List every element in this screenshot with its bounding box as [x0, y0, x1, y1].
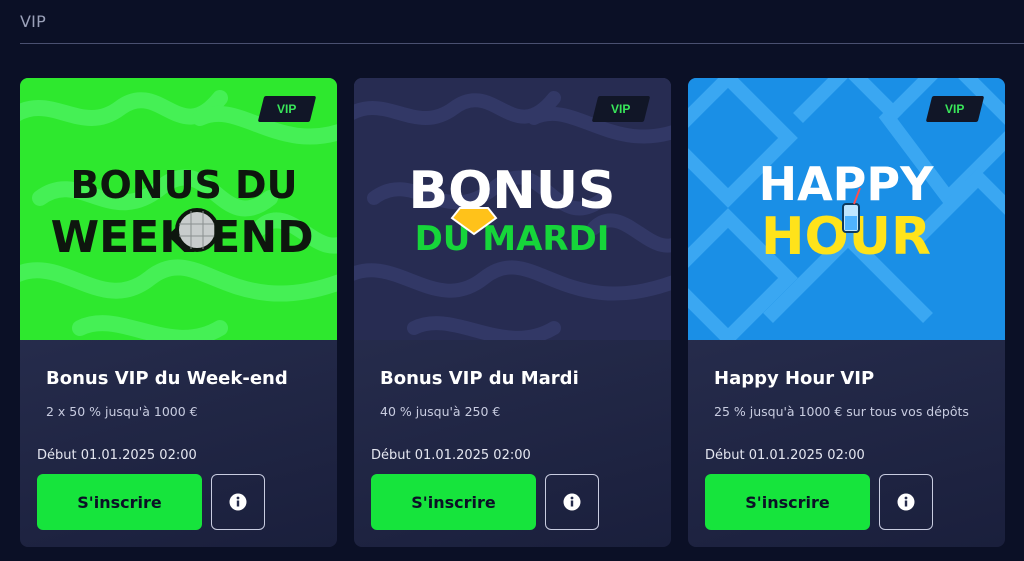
- card-title: Bonus VIP du Mardi: [380, 368, 579, 389]
- vip-badge: VIP: [925, 96, 985, 122]
- card-description: 25 % jusqu'à 1000 € sur tous vos dépôts: [714, 404, 969, 419]
- signup-button[interactable]: S'inscrire: [37, 474, 202, 530]
- section-title: VIP: [20, 12, 46, 31]
- card-start-date: Début 01.01.2025 02:00: [37, 448, 197, 463]
- promo-card-weekend[interactable]: BONUS DU WEEK END VIP Bonus VIP du Week-…: [20, 78, 337, 547]
- card-body: Happy Hour VIP 25 % jusqu'à 1000 € sur t…: [688, 340, 1005, 547]
- info-icon: [563, 493, 581, 511]
- card-body: Bonus VIP du Mardi 40 % jusqu'à 250 € Dé…: [354, 340, 671, 547]
- logo-line-2: WEEK: [51, 212, 196, 263]
- section-header: VIP: [20, 0, 1024, 44]
- promo-banner-happy-hour[interactable]: HAPPY HOUR VIP: [688, 78, 1005, 340]
- logo-line-3: END: [210, 212, 313, 263]
- card-title: Happy Hour VIP: [714, 368, 875, 389]
- promotion-cards: BONUS DU WEEK END VIP Bonus VIP du Week-…: [20, 78, 1006, 548]
- card-start-date: Début 01.01.2025 02:00: [371, 448, 531, 463]
- vip-badge-label: VIP: [611, 102, 631, 116]
- logo-line-1: BONUS: [408, 161, 615, 221]
- vip-badge: VIP: [591, 96, 651, 122]
- logo-line-1: HAPPY: [759, 157, 935, 211]
- card-start-date: Début 01.01.2025 02:00: [705, 448, 865, 463]
- vip-badge-label: VIP: [277, 102, 297, 116]
- info-button[interactable]: [879, 474, 933, 530]
- card-description: 40 % jusqu'à 250 €: [380, 404, 501, 419]
- card-title: Bonus VIP du Week-end: [46, 368, 288, 389]
- vip-badge: VIP: [257, 96, 317, 122]
- signup-button[interactable]: S'inscrire: [705, 474, 870, 530]
- info-button[interactable]: [545, 474, 599, 530]
- vip-badge-label: VIP: [945, 102, 965, 116]
- signup-button[interactable]: S'inscrire: [371, 474, 536, 530]
- promo-banner-weekend[interactable]: BONUS DU WEEK END VIP: [20, 78, 337, 340]
- info-icon: [229, 493, 247, 511]
- promo-banner-mardi[interactable]: BONUS DU MARDI VIP: [354, 78, 671, 340]
- card-description: 2 x 50 % jusqu'à 1000 €: [46, 404, 198, 419]
- promo-card-happy-hour[interactable]: HAPPY HOUR VIP Happy Hour VIP 25 % jusqu…: [688, 78, 1005, 547]
- info-icon: [897, 493, 915, 511]
- info-button[interactable]: [211, 474, 265, 530]
- logo-line-2: DU MARDI: [415, 219, 610, 259]
- promo-card-mardi[interactable]: BONUS DU MARDI VIP Bonus VIP du Mardi 40…: [354, 78, 671, 547]
- card-body: Bonus VIP du Week-end 2 x 50 % jusqu'à 1…: [20, 340, 337, 547]
- logo-line-1: BONUS DU: [71, 163, 298, 207]
